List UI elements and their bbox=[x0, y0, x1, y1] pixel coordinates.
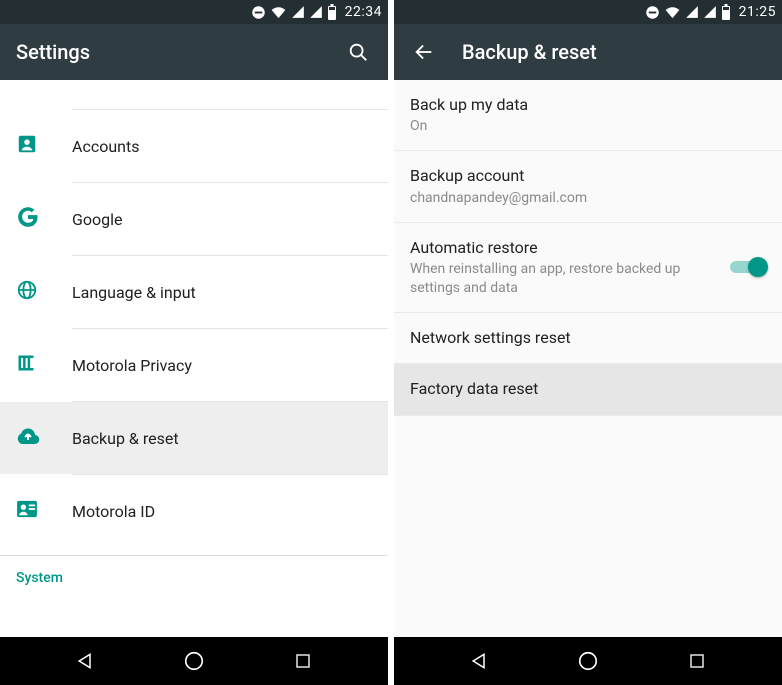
navigation-bar bbox=[394, 637, 782, 685]
item-subtitle: chandnapandey@gmail.com bbox=[410, 189, 758, 208]
nav-home-button[interactable] bbox=[572, 645, 604, 677]
section-header-system: System bbox=[0, 556, 388, 594]
nav-back-button[interactable] bbox=[69, 645, 101, 677]
item-title: Back up my data bbox=[410, 94, 758, 116]
settings-item-accounts[interactable]: Accounts bbox=[0, 110, 388, 182]
item-automatic-restore[interactable]: Automatic restore When reinstalling an a… bbox=[394, 223, 782, 313]
google-icon bbox=[16, 205, 40, 233]
battery-icon bbox=[327, 4, 337, 20]
item-title: Network settings reset bbox=[410, 327, 758, 349]
accounts-icon bbox=[16, 133, 38, 159]
page-title: Backup & reset bbox=[462, 40, 766, 64]
back-button[interactable] bbox=[410, 38, 438, 66]
item-label: Motorola Privacy bbox=[72, 356, 192, 375]
backup-icon bbox=[16, 426, 40, 450]
item-label: Motorola ID bbox=[72, 502, 155, 521]
settings-item-google[interactable]: Google bbox=[0, 183, 388, 255]
settings-screen: 22:34 Settings Accounts Google Language … bbox=[0, 0, 388, 685]
item-subtitle: When reinstalling an app, restore backed… bbox=[410, 260, 722, 298]
dnd-icon bbox=[251, 5, 266, 20]
signal-icon-2 bbox=[309, 5, 323, 19]
item-backup-account[interactable]: Backup account chandnapandey@gmail.com bbox=[394, 151, 782, 222]
arrow-back-icon bbox=[413, 41, 435, 63]
backup-reset-screen: 21:25 Backup & reset Back up my data On … bbox=[394, 0, 782, 685]
item-title: Automatic restore bbox=[410, 237, 722, 259]
item-subtitle: On bbox=[410, 117, 758, 136]
language-icon bbox=[16, 279, 38, 305]
nav-recents-button[interactable] bbox=[287, 645, 319, 677]
item-factory-data-reset[interactable]: Factory data reset bbox=[394, 364, 782, 415]
item-label: Accounts bbox=[72, 137, 139, 156]
nav-back-button[interactable] bbox=[463, 645, 495, 677]
status-bar: 21:25 bbox=[394, 0, 782, 24]
settings-list: Accounts Google Language & input Motorol… bbox=[0, 80, 388, 637]
dnd-icon bbox=[645, 5, 660, 20]
item-title: Backup account bbox=[410, 165, 758, 187]
clock-text: 22:34 bbox=[345, 4, 382, 20]
privacy-icon bbox=[16, 353, 36, 377]
battery-icon bbox=[721, 4, 731, 20]
settings-item-backup-reset[interactable]: Backup & reset bbox=[0, 402, 388, 474]
search-button[interactable] bbox=[344, 38, 372, 66]
square-recents-icon bbox=[294, 652, 312, 670]
nav-home-button[interactable] bbox=[178, 645, 210, 677]
page-title: Settings bbox=[16, 40, 344, 64]
wifi-icon bbox=[664, 5, 681, 20]
settings-item-motorola-id[interactable]: Motorola ID bbox=[0, 475, 388, 547]
nav-recents-button[interactable] bbox=[681, 645, 713, 677]
item-label: Google bbox=[72, 210, 123, 229]
triangle-back-icon bbox=[469, 651, 489, 671]
item-network-settings-reset[interactable]: Network settings reset bbox=[394, 313, 782, 364]
item-label: Backup & reset bbox=[72, 429, 179, 448]
item-label: Language & input bbox=[72, 283, 196, 302]
circle-home-icon bbox=[183, 650, 205, 672]
app-bar: Settings bbox=[0, 24, 388, 80]
automatic-restore-toggle[interactable] bbox=[730, 257, 766, 277]
settings-item-language[interactable]: Language & input bbox=[0, 256, 388, 328]
signal-icon bbox=[685, 5, 699, 19]
signal-icon-2 bbox=[703, 5, 717, 19]
item-backup-my-data[interactable]: Back up my data On bbox=[394, 80, 782, 151]
item-title: Factory data reset bbox=[410, 378, 758, 400]
wifi-icon bbox=[270, 5, 287, 20]
app-bar: Backup & reset bbox=[394, 24, 782, 80]
search-icon bbox=[347, 41, 369, 63]
backup-reset-list: Back up my data On Backup account chandn… bbox=[394, 80, 782, 637]
status-bar: 22:34 bbox=[0, 0, 388, 24]
triangle-back-icon bbox=[75, 651, 95, 671]
signal-icon bbox=[291, 5, 305, 19]
square-recents-icon bbox=[688, 652, 706, 670]
circle-home-icon bbox=[577, 650, 599, 672]
id-icon bbox=[16, 500, 38, 522]
settings-item-motorola-privacy[interactable]: Motorola Privacy bbox=[0, 329, 388, 401]
navigation-bar bbox=[0, 637, 388, 685]
clock-text: 21:25 bbox=[739, 4, 776, 20]
